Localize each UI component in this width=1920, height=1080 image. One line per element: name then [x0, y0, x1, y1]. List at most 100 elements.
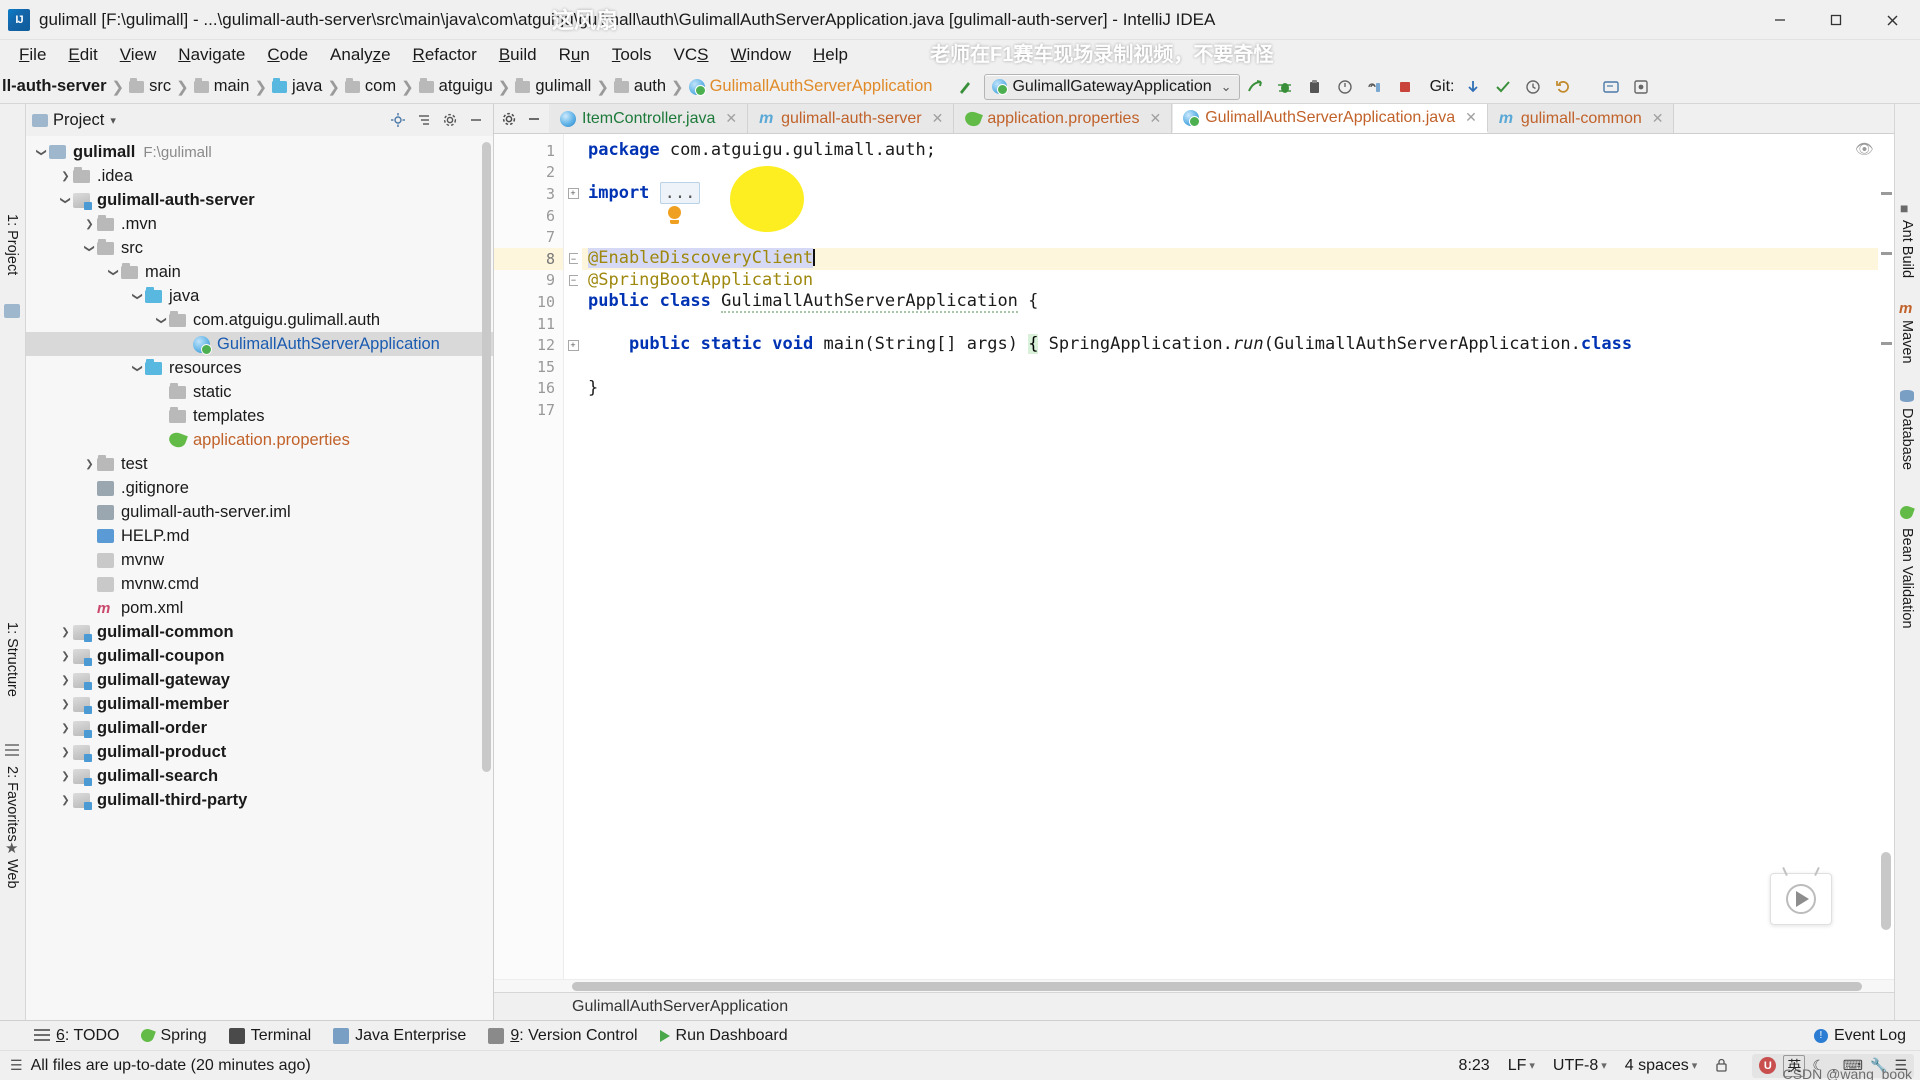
menu-vcs[interactable]: VCS	[663, 42, 720, 68]
tree-node[interactable]: gulimall-order	[26, 716, 493, 740]
chevron-down-icon[interactable]: ▾	[110, 114, 116, 127]
project-scrollbar-thumb[interactable]	[482, 142, 491, 772]
build-project-button[interactable]	[950, 72, 980, 102]
chevron-right-icon[interactable]	[58, 747, 73, 758]
git-commit-button[interactable]	[1488, 72, 1518, 102]
debug-button[interactable]	[1270, 72, 1300, 102]
chevron-down-icon[interactable]	[130, 363, 145, 374]
tree-node[interactable]: gulimall-coupon	[26, 644, 493, 668]
close-icon[interactable]: ✕	[725, 110, 737, 127]
menu-help[interactable]: Help	[802, 42, 859, 68]
hide-panel-icon[interactable]	[465, 109, 487, 131]
tree-node[interactable]: HELP.md	[26, 524, 493, 548]
tool-window-terminal[interactable]: Terminal	[228, 1027, 311, 1045]
tree-node[interactable]: GulimallAuthServerApplication	[26, 332, 493, 356]
editor-horizontal-scrollbar[interactable]	[494, 979, 1894, 992]
tool-window-todo[interactable]: 6: TODO	[34, 1027, 119, 1045]
menu-file[interactable]: File	[8, 42, 57, 68]
file-encoding[interactable]: UTF-8 ▾	[1553, 1057, 1607, 1075]
breadcrumb-item-class[interactable]: GulimallAuthServerApplication	[710, 77, 933, 96]
tree-node[interactable]: mvnw	[26, 548, 493, 572]
tree-node[interactable]: .gitignore	[26, 476, 493, 500]
tree-node[interactable]: application.properties	[26, 428, 493, 452]
gear-icon[interactable]	[498, 108, 520, 130]
maximize-button[interactable]	[1808, 0, 1864, 40]
breadcrumb-item-atguigu[interactable]: atguigu	[439, 77, 493, 96]
eye-inspection-icon[interactable]: 👁	[1855, 140, 1874, 158]
close-button[interactable]	[1864, 0, 1920, 40]
close-icon[interactable]: ✕	[1465, 109, 1477, 126]
strip-item-database[interactable]: Database	[1899, 408, 1915, 470]
line-separator[interactable]: LF ▾	[1508, 1057, 1535, 1075]
editor-tab[interactable]: application.properties ✕	[954, 104, 1173, 133]
fold-collapse-icon[interactable]: −	[568, 274, 578, 286]
menu-analyze[interactable]: Analyze	[319, 42, 402, 68]
code-content[interactable]: package com.atguigu.gulimall.auth; import…	[582, 134, 1878, 979]
git-history-button[interactable]	[1518, 72, 1548, 102]
chevron-down-icon[interactable]	[34, 147, 49, 158]
tool-window-run-dashboard[interactable]: Run Dashboard	[659, 1027, 788, 1045]
tree-node[interactable]: .idea	[26, 164, 493, 188]
editor-tab[interactable]: m gulimall-auth-server ✕	[748, 104, 955, 133]
strip-item-structure[interactable]: 1: Structure	[4, 622, 20, 697]
strip-item-project[interactable]: 1: Project	[4, 214, 20, 275]
breadcrumb-item-java[interactable]: java	[292, 77, 322, 96]
event-log-button[interactable]: ! Event Log	[1813, 1027, 1920, 1045]
tree-node[interactable]: java	[26, 284, 493, 308]
editor-tab[interactable]: GulimallAuthServerApplication.java ✕	[1172, 104, 1488, 133]
tool-window-java-enterprise[interactable]: Java Enterprise	[333, 1027, 466, 1045]
close-icon[interactable]: ✕	[932, 110, 944, 127]
menu-window[interactable]: Window	[720, 42, 802, 68]
attach-process-button[interactable]	[1360, 72, 1390, 102]
collapse-all-icon[interactable]	[413, 109, 435, 131]
profiler-button[interactable]	[1330, 72, 1360, 102]
menu-build[interactable]: Build	[488, 42, 548, 68]
strip-item-bean-validation[interactable]: Bean Validation	[1899, 528, 1915, 629]
code-folding-gutter[interactable]: + − − +	[564, 134, 582, 979]
tree-node[interactable]: gulimall-gateway	[26, 668, 493, 692]
breadcrumb-item-src[interactable]: src	[149, 77, 171, 96]
hide-panel-icon[interactable]	[523, 108, 545, 130]
intention-bulb-icon[interactable]	[668, 206, 681, 224]
menu-run[interactable]: Run	[548, 42, 601, 68]
strip-item-web[interactable]: Web	[4, 859, 20, 889]
collapsed-imports[interactable]: ...	[659, 182, 701, 205]
fold-expand-icon[interactable]: +	[567, 339, 579, 351]
run-configuration-selector[interactable]: GulimallGatewayApplication ⌄	[984, 73, 1240, 100]
minimize-button[interactable]	[1752, 0, 1808, 40]
editor-tab[interactable]: m gulimall-common ✕	[1487, 104, 1675, 133]
git-update-button[interactable]	[1458, 72, 1488, 102]
editor-vertical-scrollbar[interactable]	[1881, 852, 1891, 930]
fold-collapse-icon[interactable]: −	[568, 253, 578, 265]
chevron-right-icon[interactable]	[58, 627, 73, 638]
chevron-right-icon[interactable]	[58, 723, 73, 734]
search-everywhere-button[interactable]	[1596, 72, 1626, 102]
menu-code[interactable]: Code	[256, 42, 319, 68]
indent-setting[interactable]: 4 spaces ▾	[1625, 1057, 1698, 1075]
tree-node[interactable]: static	[26, 380, 493, 404]
tree-node[interactable]: main	[26, 260, 493, 284]
chevron-right-icon[interactable]	[82, 219, 97, 230]
menu-navigate[interactable]: Navigate	[167, 42, 256, 68]
chevron-down-icon[interactable]	[106, 267, 121, 278]
editor-footer-class[interactable]: GulimallAuthServerApplication	[572, 998, 788, 1016]
tree-node[interactable]: mvnw.cmd	[26, 572, 493, 596]
tree-node[interactable]: m pom.xml	[26, 596, 493, 620]
chevron-right-icon[interactable]	[58, 171, 73, 182]
close-icon[interactable]: ✕	[1149, 110, 1161, 127]
chevron-right-icon[interactable]	[58, 771, 73, 782]
gear-icon[interactable]	[439, 109, 461, 131]
run-with-coverage-button[interactable]	[1300, 72, 1330, 102]
tree-node[interactable]: gulimall-auth-server.iml	[26, 500, 493, 524]
strip-item-ant-build[interactable]: Ant Build	[1899, 220, 1915, 278]
breadcrumb-item-auth[interactable]: auth	[634, 77, 666, 96]
tool-window-version-control[interactable]: 9: Version Control	[488, 1027, 638, 1045]
tree-node[interactable]: gulimall-member	[26, 692, 493, 716]
chevron-right-icon[interactable]	[82, 459, 97, 470]
chevron-right-icon[interactable]	[58, 651, 73, 662]
breadcrumb-item-gulimall[interactable]: gulimall	[535, 77, 591, 96]
tree-node[interactable]: gulimall F:\gulimall	[26, 140, 493, 164]
tree-node[interactable]: gulimall-auth-server	[26, 188, 493, 212]
strip-item-favorites[interactable]: 2: Favorites	[4, 766, 20, 842]
chevron-right-icon[interactable]	[58, 699, 73, 710]
